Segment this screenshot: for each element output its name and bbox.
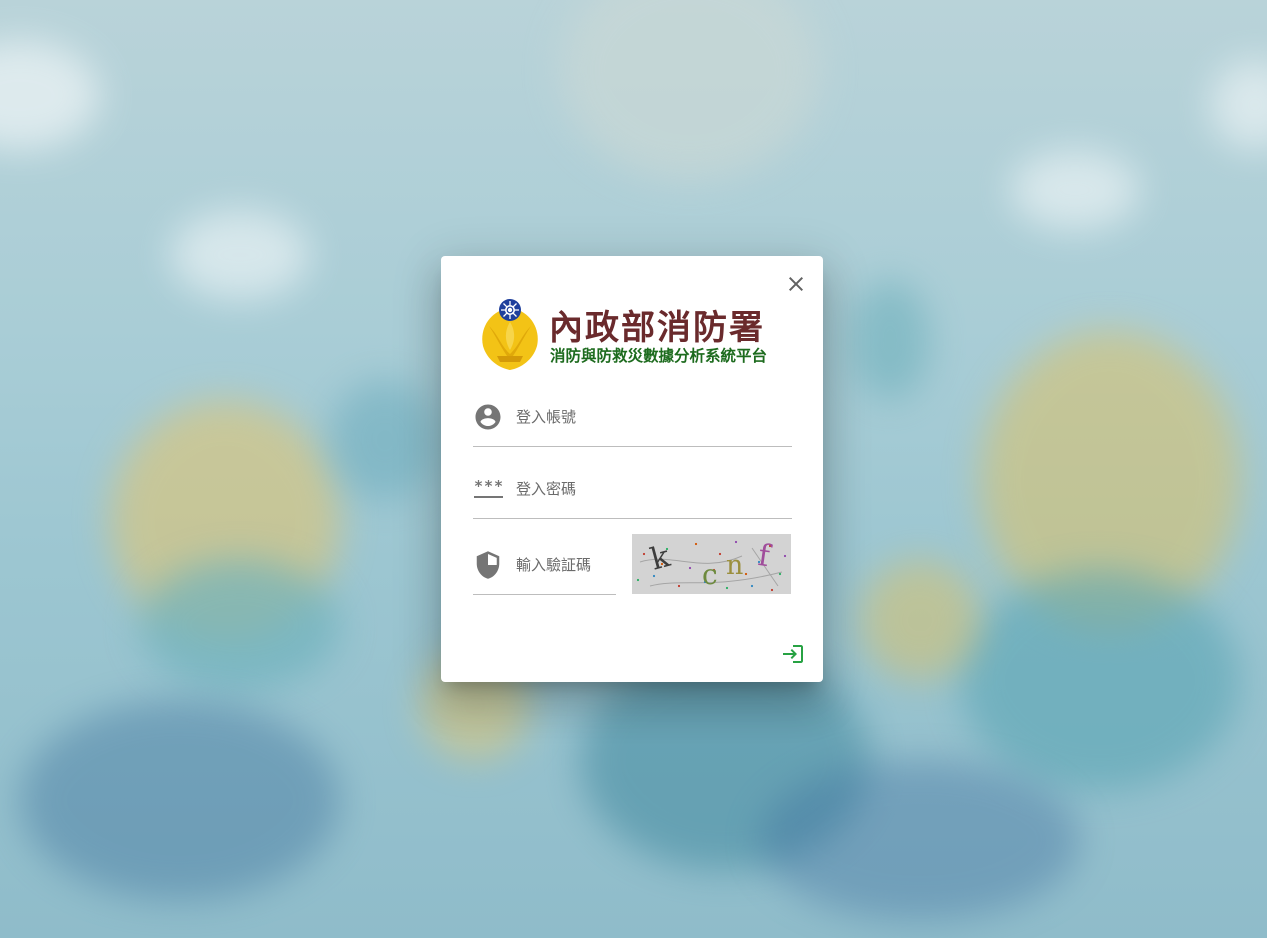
close-icon[interactable]	[784, 272, 808, 296]
password-icon: ***	[473, 474, 503, 504]
emblem-icon	[482, 299, 538, 370]
captcha-field	[473, 550, 616, 595]
account-input[interactable]	[516, 404, 776, 430]
account-field	[473, 402, 792, 447]
shield-icon	[476, 551, 500, 579]
captcha-input[interactable]	[516, 552, 612, 578]
captcha-char-3: n	[726, 550, 743, 581]
password-icon-stars: ***	[474, 477, 505, 495]
login-dialog: 內政部消防署 消防與防救災數據分析系統平台 ***	[441, 256, 823, 682]
logo-title: 內政部消防署	[549, 308, 765, 348]
captcha-image[interactable]: k c n f	[632, 534, 791, 594]
login-icon[interactable]	[781, 642, 805, 666]
password-field: ***	[473, 474, 792, 519]
captcha-char-2: c	[702, 558, 718, 591]
account-circle-icon	[475, 404, 501, 430]
agency-logo: 內政部消防署 消防與防救災數據分析系統平台	[477, 296, 789, 372]
logo-subtitle: 消防與防救災數據分析系統平台	[550, 346, 768, 365]
password-input[interactable]	[516, 476, 776, 502]
